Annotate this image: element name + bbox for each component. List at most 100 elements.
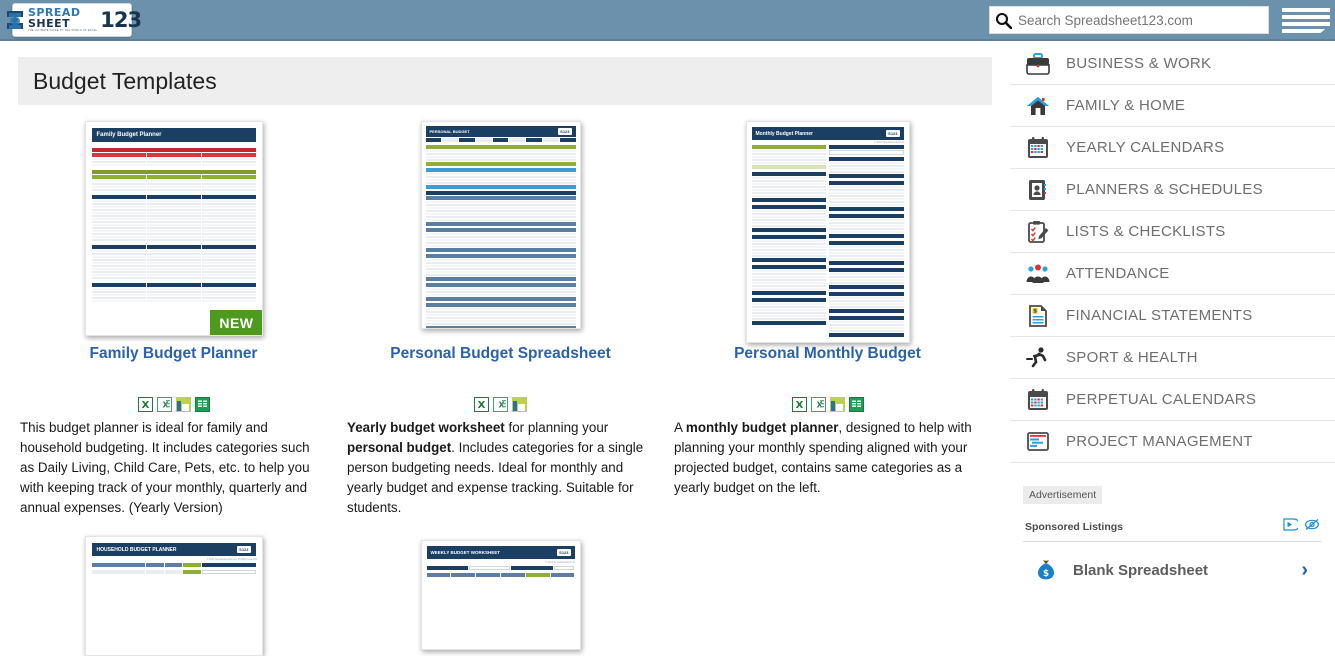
sidebar-item-planners-schedules[interactable]: PLANNERS & SCHEDULES bbox=[1010, 169, 1335, 211]
calendar-icon bbox=[1023, 133, 1053, 163]
thumbnail-wrap: Family Budget Planner NEW bbox=[18, 121, 329, 336]
svg-text:X: X bbox=[795, 400, 803, 411]
thumb-title: Family Budget Planner bbox=[96, 132, 162, 138]
search-input[interactable] bbox=[1016, 8, 1268, 32]
numbers-icon[interactable] bbox=[175, 397, 191, 412]
numbers-icon[interactable] bbox=[829, 397, 845, 412]
hamburger-menu-icon[interactable] bbox=[1280, 5, 1332, 36]
template-thumbnail[interactable]: Monthly Budget Planner S123 © 2013 Sprea… bbox=[745, 121, 910, 343]
search-box[interactable] bbox=[989, 6, 1269, 34]
xls-icon[interactable]: X bbox=[791, 397, 807, 412]
svg-text:X: X bbox=[816, 401, 823, 410]
people-group-icon bbox=[1023, 259, 1053, 289]
contact-card-icon bbox=[1023, 175, 1053, 205]
numbers-icon[interactable] bbox=[512, 397, 527, 412]
xls-icon[interactable]: X bbox=[137, 397, 153, 412]
logo-word-sheet: SHEET bbox=[27, 17, 71, 31]
thumb-title: PERSONAL BUDGET bbox=[429, 129, 470, 134]
thumbnail-wrap: PERSONAL BUDGET S123 bbox=[345, 121, 656, 336]
xlsx-icon[interactable]: X bbox=[493, 397, 508, 412]
sidebar-item-label: ATTENDANCE bbox=[1066, 265, 1170, 282]
sidebar-item-family-home[interactable]: FAMILY & HOME bbox=[1010, 85, 1335, 127]
site-logo[interactable]: SPREAD SHEET THE ULTIMATE GUIDE TO THE W… bbox=[6, 3, 142, 37]
sidebar-item-project-management[interactable]: PROJECT MANAGEMENT bbox=[1010, 421, 1335, 463]
format-icons: X X bbox=[18, 397, 329, 412]
sidebar-item-label: SPORT & HEALTH bbox=[1066, 349, 1198, 366]
desc-bold-lead: Yearly budget worksheet bbox=[347, 420, 505, 435]
page-title-bar: Budget Templates bbox=[18, 57, 992, 105]
sidebar-item-financial-statements[interactable]: $ FINANCIAL STATEMENTS bbox=[1010, 295, 1335, 337]
template-grid: Family Budget Planner NEW Family Budget … bbox=[0, 113, 1010, 518]
page-title: Budget Templates bbox=[33, 67, 217, 94]
runner-icon bbox=[1023, 343, 1053, 373]
calendar-icon bbox=[1023, 385, 1053, 415]
new-badge: NEW bbox=[210, 310, 262, 335]
thumb-logo: S123 bbox=[557, 549, 571, 556]
hide-ad-eye-icon[interactable] bbox=[1304, 518, 1320, 536]
template-title-link[interactable]: Personal Monthly Budget bbox=[672, 345, 983, 363]
thumb-title: WEEKLY BUDGET WORKSHEET bbox=[430, 550, 501, 555]
desc-lead: A bbox=[674, 420, 686, 435]
sidebar-item-attendance[interactable]: ATTENDANCE bbox=[1010, 253, 1335, 295]
template-card: WEEKLY BUDGET WORKSHEET S123 © 2013 Spre… bbox=[337, 536, 664, 650]
svg-text:X: X bbox=[141, 400, 149, 411]
template-thumbnail[interactable]: WEEKLY BUDGET WORKSHEET S123 © 2013 Spre… bbox=[420, 540, 581, 650]
template-title-link[interactable]: Personal Budget Spreadsheet bbox=[345, 345, 656, 363]
template-card: PERSONAL BUDGET S123 Personal Budget Spr… bbox=[337, 113, 664, 518]
thumb-title: Monthly Budget Planner bbox=[755, 130, 814, 137]
clipboard-checklist-icon bbox=[1023, 217, 1053, 247]
thumb-logo: S123 bbox=[558, 128, 572, 135]
sidebar-item-business-work[interactable]: BUSINESS & WORK bbox=[1010, 43, 1335, 85]
search-icon bbox=[990, 12, 1016, 29]
site-header: SPREAD SHEET THE ULTIMATE GUIDE TO THE W… bbox=[0, 0, 1335, 41]
thumb-logo: S123 bbox=[237, 546, 251, 553]
desc-mid: for planning your bbox=[504, 420, 609, 435]
sidebar-item-perpetual-calendars[interactable]: PERPETUAL CALENDARS bbox=[1010, 379, 1335, 421]
desc-bold: monthly budget planner bbox=[685, 420, 839, 435]
logo-tagline: THE ULTIMATE GUIDE TO THE WORLD OF EXCEL bbox=[27, 29, 98, 33]
adchoices-icon[interactable] bbox=[1283, 518, 1301, 536]
menu-bar bbox=[1282, 8, 1330, 12]
sidebar-item-yearly-calendars[interactable]: YEARLY CALENDARS bbox=[1010, 127, 1335, 169]
xlsx-icon[interactable]: X bbox=[810, 397, 826, 412]
xlsx-icon[interactable]: X bbox=[156, 397, 172, 412]
sidebar-item-label: LISTS & CHECKLISTS bbox=[1066, 223, 1226, 240]
briefcase-icon bbox=[1023, 49, 1053, 79]
house-icon bbox=[1023, 91, 1053, 121]
sponsored-listing-title: Blank Spreadsheet bbox=[1073, 561, 1209, 579]
logo-mark-icon bbox=[5, 8, 27, 32]
template-card: Monthly Budget Planner S123 © 2013 Sprea… bbox=[664, 113, 991, 518]
google-sheets-icon[interactable] bbox=[194, 397, 210, 412]
svg-text:X: X bbox=[162, 401, 169, 410]
sidebar-item-label: PLANNERS & SCHEDULES bbox=[1066, 181, 1263, 198]
template-thumbnail[interactable]: Family Budget Planner NEW bbox=[84, 121, 263, 336]
svg-text:$: $ bbox=[1033, 308, 1037, 314]
main-content: Budget Templates Family Budget Planner N… bbox=[0, 43, 1010, 656]
svg-text:X: X bbox=[478, 400, 486, 411]
sponsored-listing-item[interactable]: $ Blank Spreadsheet › bbox=[1023, 542, 1322, 590]
sidebar-item-sport-health[interactable]: SPORT & HEALTH bbox=[1010, 337, 1335, 379]
advertisement-block: Advertisement Sponsored Listings $ Blank… bbox=[1010, 485, 1335, 590]
sidebar-item-label: YEARLY CALENDARS bbox=[1066, 139, 1225, 156]
sidebar-item-label: FAMILY & HOME bbox=[1066, 97, 1186, 114]
logo-numerals: 123 bbox=[100, 8, 142, 32]
template-thumbnail[interactable]: HOUSEHOLD BUDGET PLANNER S123 © 2013 Spr… bbox=[84, 536, 263, 656]
desc-bold-lead2: personal budget bbox=[347, 440, 452, 455]
template-title-link[interactable]: Family Budget Planner bbox=[18, 345, 329, 363]
menu-bar bbox=[1282, 22, 1330, 26]
sidebar-item-lists-checklists[interactable]: LISTS & CHECKLISTS bbox=[1010, 211, 1335, 253]
menu-bar bbox=[1282, 29, 1330, 33]
thumb-logo: S123 bbox=[886, 130, 900, 137]
document-dollar-icon: $ bbox=[1023, 301, 1053, 331]
google-sheets-icon[interactable] bbox=[848, 397, 864, 412]
sponsored-listings-header: Sponsored Listings bbox=[1023, 510, 1322, 542]
thumbnail-wrap: Monthly Budget Planner S123 © 2013 Sprea… bbox=[672, 121, 983, 343]
chevron-right-icon[interactable]: › bbox=[1301, 559, 1320, 582]
template-description: This budget planner is ideal for family … bbox=[20, 420, 310, 515]
svg-text:$: $ bbox=[1043, 569, 1049, 579]
template-grid-row2: HOUSEHOLD BUDGET PLANNER S123 © 2013 Spr… bbox=[0, 536, 1010, 656]
template-description: Yearly budget worksheet for planning you… bbox=[345, 418, 656, 518]
xls-icon[interactable]: X bbox=[474, 397, 489, 412]
sponsored-listings-title: Sponsored Listings bbox=[1025, 521, 1124, 533]
template-thumbnail[interactable]: PERSONAL BUDGET S123 bbox=[420, 121, 581, 329]
